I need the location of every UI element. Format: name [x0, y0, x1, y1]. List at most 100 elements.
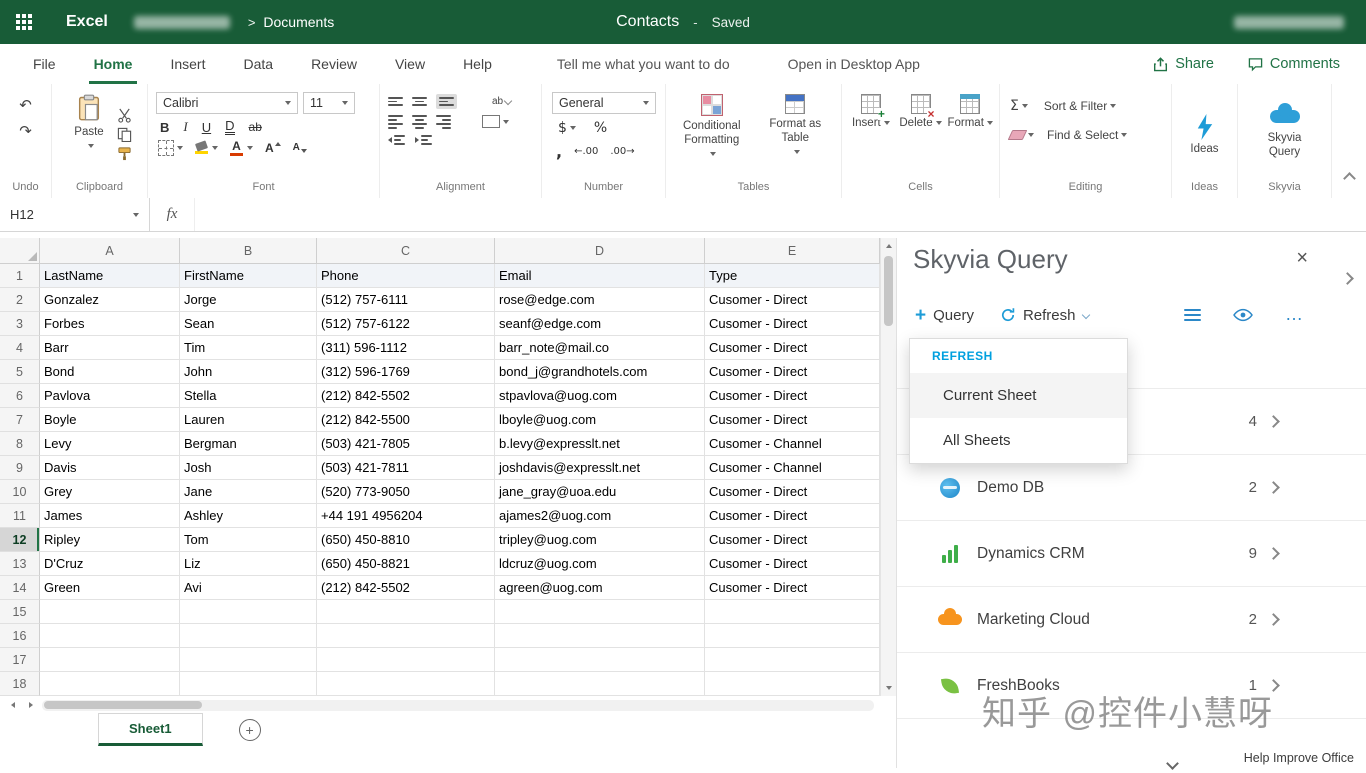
cell-E18[interactable] — [705, 672, 880, 696]
grow-font-button[interactable]: A — [265, 142, 281, 154]
cell-A16[interactable] — [40, 624, 180, 648]
merge-center-button[interactable] — [482, 115, 509, 128]
column-header-E[interactable]: E — [705, 238, 880, 264]
row-header-12[interactable]: 12 — [0, 528, 40, 552]
number-format-select[interactable]: General — [552, 92, 656, 114]
clear-button[interactable] — [1010, 130, 1034, 140]
cell-A10[interactable]: Grey — [40, 480, 180, 504]
currency-format-button[interactable]: $ — [558, 120, 576, 136]
cell-D12[interactable]: tripley@uog.com — [495, 528, 705, 552]
cell-C6[interactable]: (212) 842-5502 — [317, 384, 495, 408]
cell-B13[interactable]: Liz — [180, 552, 317, 576]
new-query-button[interactable]: + Query — [915, 306, 974, 325]
italic-button[interactable]: I — [183, 119, 187, 135]
align-middle-button[interactable] — [412, 97, 427, 106]
cell-E11[interactable]: Cusomer - Direct — [705, 504, 880, 528]
vertical-scroll-thumb[interactable] — [884, 256, 893, 326]
cell-B6[interactable]: Stella — [180, 384, 317, 408]
cell-C12[interactable]: (650) 450-8810 — [317, 528, 495, 552]
redo-button[interactable]: ↷ — [19, 122, 32, 140]
cell-C10[interactable]: (520) 773-9050 — [317, 480, 495, 504]
cell-C1[interactable]: Phone — [317, 264, 495, 288]
cell-A12[interactable]: Ripley — [40, 528, 180, 552]
row-header-6[interactable]: 6 — [0, 384, 40, 408]
cell-B18[interactable] — [180, 672, 317, 696]
comments-button[interactable]: Comments — [1248, 56, 1340, 72]
close-panel-icon[interactable]: × — [1296, 248, 1308, 268]
share-button[interactable]: Share — [1153, 56, 1214, 72]
cell-C7[interactable]: (212) 842-5500 — [317, 408, 495, 432]
decrease-indent-button[interactable] — [388, 135, 405, 145]
sort-filter-button[interactable]: Sort & Filter — [1044, 99, 1116, 113]
cell-A9[interactable]: Davis — [40, 456, 180, 480]
row-header-1[interactable]: 1 — [0, 264, 40, 288]
copy-button[interactable] — [117, 127, 132, 142]
cell-D13[interactable]: ldcruz@uog.com — [495, 552, 705, 576]
cell-E8[interactable]: Cusomer - Channel — [705, 432, 880, 456]
font-size-select[interactable]: 11 — [303, 92, 355, 114]
align-right-button[interactable] — [436, 115, 451, 129]
cell-B2[interactable]: Jorge — [180, 288, 317, 312]
tell-me-box[interactable]: Tell me what you want to do — [557, 56, 730, 72]
collapse-ribbon-chevron-icon[interactable] — [1345, 170, 1354, 188]
underline-button[interactable]: U — [202, 120, 211, 135]
cell-B14[interactable]: Avi — [180, 576, 317, 600]
wrap-text-button[interactable]: ab — [492, 96, 511, 107]
cell-E7[interactable]: Cusomer - Direct — [705, 408, 880, 432]
borders-button[interactable] — [158, 140, 183, 156]
tab-view[interactable]: View — [376, 44, 444, 84]
name-box[interactable]: H12 — [0, 198, 150, 231]
cell-D14[interactable]: agreen@uog.com — [495, 576, 705, 600]
help-chevron-down-icon[interactable] — [1168, 755, 1177, 773]
cell-C13[interactable]: (650) 450-8821 — [317, 552, 495, 576]
format-cells-button[interactable]: Format — [945, 90, 995, 179]
format-painter-button[interactable] — [117, 146, 132, 161]
cell-A4[interactable]: Barr — [40, 336, 180, 360]
cell-A15[interactable] — [40, 600, 180, 624]
cell-C2[interactable]: (512) 757-6111 — [317, 288, 495, 312]
formula-input[interactable] — [195, 198, 1366, 231]
cell-E6[interactable]: Cusomer - Direct — [705, 384, 880, 408]
refresh-button[interactable]: Refresh — [1000, 307, 1089, 324]
cell-B12[interactable]: Tom — [180, 528, 317, 552]
app-launcher-icon[interactable] — [0, 0, 48, 44]
dropdown-item-all-sheets[interactable]: All Sheets — [910, 418, 1127, 463]
cell-E2[interactable]: Cusomer - Direct — [705, 288, 880, 312]
cell-C17[interactable] — [317, 648, 495, 672]
increase-indent-button[interactable] — [415, 135, 432, 145]
cell-E13[interactable]: Cusomer - Direct — [705, 552, 880, 576]
dropdown-item-current-sheet[interactable]: Current Sheet — [910, 373, 1127, 418]
cell-B17[interactable] — [180, 648, 317, 672]
cell-A14[interactable]: Green — [40, 576, 180, 600]
cell-D10[interactable]: jane_gray@uoa.edu — [495, 480, 705, 504]
decrease-decimal-button[interactable]: ←.00 — [574, 146, 598, 157]
cell-E16[interactable] — [705, 624, 880, 648]
app-name[interactable]: Excel — [66, 13, 108, 31]
double-underline-button[interactable]: D — [225, 119, 234, 135]
cell-B1[interactable]: FirstName — [180, 264, 317, 288]
cell-B8[interactable]: Bergman — [180, 432, 317, 456]
fill-color-button[interactable] — [195, 142, 208, 154]
cell-D16[interactable] — [495, 624, 705, 648]
column-header-C[interactable]: C — [317, 238, 495, 264]
cut-button[interactable] — [117, 108, 132, 123]
cell-C18[interactable] — [317, 672, 495, 696]
column-header-D[interactable]: D — [495, 238, 705, 264]
cell-E1[interactable]: Type — [705, 264, 880, 288]
cell-E17[interactable] — [705, 648, 880, 672]
connection-item-marketing-cloud[interactable]: Marketing Cloud2 — [897, 587, 1366, 653]
cell-D18[interactable] — [495, 672, 705, 696]
row-header-15[interactable]: 15 — [0, 600, 40, 624]
cell-D7[interactable]: lboyle@uog.com — [495, 408, 705, 432]
row-header-9[interactable]: 9 — [0, 456, 40, 480]
cell-B5[interactable]: John — [180, 360, 317, 384]
cell-C8[interactable]: (503) 421-7805 — [317, 432, 495, 456]
cell-E3[interactable]: Cusomer - Direct — [705, 312, 880, 336]
cell-B4[interactable]: Tim — [180, 336, 317, 360]
font-name-select[interactable]: Calibri — [156, 92, 298, 114]
find-select-button[interactable]: Find & Select — [1047, 128, 1127, 142]
add-sheet-button[interactable]: + — [239, 719, 261, 741]
scroll-right-arrow-icon[interactable] — [24, 699, 38, 711]
cell-D17[interactable] — [495, 648, 705, 672]
row-header-13[interactable]: 13 — [0, 552, 40, 576]
